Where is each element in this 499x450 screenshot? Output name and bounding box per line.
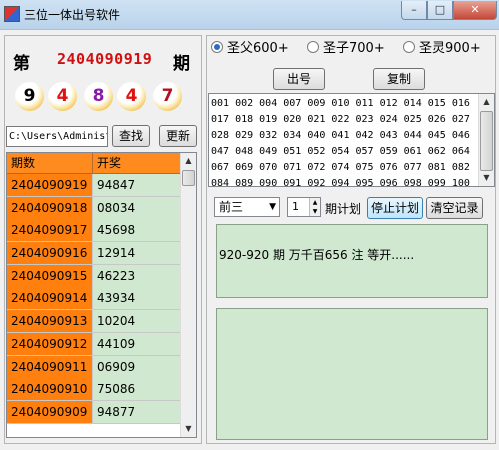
table-row[interactable]: 2404090917 45698 <box>7 219 182 243</box>
spinner-arrows-icon[interactable]: ▲ ▼ <box>309 198 320 216</box>
number-line: 017 018 019 020 021 022 023 024 025 026 … <box>211 114 470 125</box>
app-icon <box>4 6 20 22</box>
radio-son-label: 圣子700+ <box>323 41 385 56</box>
radio-unchecked-icon[interactable] <box>307 41 319 53</box>
number-list-text: 001 002 004 007 009 010 011 012 014 015 … <box>211 96 477 187</box>
radio-son[interactable]: 圣子700+ <box>307 41 385 57</box>
table-row[interactable]: 2404090912 44109 <box>7 332 182 356</box>
table-row[interactable]: 2404090910 75086 <box>7 378 182 401</box>
table-row[interactable]: 2404090914 43934 <box>7 287 182 311</box>
position-select[interactable]: 前三 ▼ <box>214 197 280 217</box>
issue-suffix-label: 期 <box>173 54 190 74</box>
radio-father-label: 圣父600+ <box>227 41 289 56</box>
radio-father[interactable]: 圣父600+ <box>211 41 289 57</box>
issue-cell: 2404090917 <box>7 219 93 242</box>
issue-cell: 2404090914 <box>7 287 93 310</box>
issue-cell: 2404090913 <box>7 310 93 333</box>
result-cell: 06909 <box>93 355 182 378</box>
app-window: 三位一体出号软件 – □ ✕ 第 2404090919 期 9 4 8 4 7 … <box>0 0 499 450</box>
issue-cell: 2404090919 <box>7 174 93 196</box>
number-line: 047 048 049 051 052 054 057 059 061 062 … <box>211 146 470 157</box>
table-scrollbar[interactable]: ▲ ▼ <box>180 153 196 437</box>
issue-cell: 2404090918 <box>7 196 93 219</box>
plan-status-text: 920-920 期 万千百656 注 等开...... <box>219 248 415 262</box>
issue-cell: 2404090909 <box>7 400 93 423</box>
number-line: 028 029 032 034 040 041 042 043 044 045 … <box>211 130 470 141</box>
number-list-scrollbar[interactable]: ▲ ▼ <box>478 94 494 186</box>
file-path-input[interactable]: C:\Users\Administ <box>6 126 108 147</box>
result-cell: 12914 <box>93 242 182 265</box>
number-list-box[interactable]: 001 002 004 007 009 010 011 012 014 015 … <box>208 93 495 187</box>
scroll-up-icon[interactable]: ▲ <box>181 153 196 169</box>
column-header-issue[interactable]: 期数 <box>7 153 93 174</box>
table-row[interactable]: 2404090913 10204 <box>7 310 182 333</box>
radio-unchecked-icon[interactable] <box>403 41 415 53</box>
result-cell: 94847 <box>93 174 182 196</box>
table-row[interactable]: 2404090919 94847 <box>7 174 182 197</box>
table-row[interactable]: 2404090916 12914 <box>7 242 182 265</box>
minimize-button[interactable]: – <box>401 1 427 20</box>
issue-cell: 2404090916 <box>7 242 93 265</box>
stop-plan-button[interactable]: 停止计划 <box>367 197 423 219</box>
number-line: 067 069 070 071 072 074 075 076 077 081 … <box>211 162 470 173</box>
result-cell: 43934 <box>93 287 182 310</box>
scroll-thumb[interactable] <box>182 170 195 186</box>
table-row[interactable]: 2404090911 06909 <box>7 355 182 379</box>
scroll-down-icon[interactable]: ▼ <box>479 170 494 186</box>
update-button[interactable]: 更新 <box>159 125 197 147</box>
issue-cell: 2404090911 <box>7 355 93 378</box>
plan-label: 期计划 <box>325 202 362 216</box>
result-cell: 75086 <box>93 378 182 401</box>
draw-numbers-button[interactable]: 出号 <box>273 68 325 90</box>
maximize-button[interactable]: □ <box>427 1 453 20</box>
plan-count-value: 1 <box>292 200 299 213</box>
radio-spirit-label: 圣灵900+ <box>419 41 481 56</box>
window-title: 三位一体出号软件 <box>24 8 121 22</box>
result-cell: 44109 <box>93 332 182 355</box>
clear-records-button[interactable]: 清空记录 <box>426 197 483 219</box>
issue-cell: 2404090915 <box>7 264 93 287</box>
copy-button[interactable]: 复制 <box>373 68 425 90</box>
result-ball-1: 9 <box>15 82 44 111</box>
history-table: 期数 开奖 2404090919 94847 2404090918 08034 2404… <box>6 152 197 438</box>
issue-cell: 2404090912 <box>7 332 93 355</box>
number-line: 001 002 004 007 009 010 011 012 014 015 … <box>211 98 470 109</box>
chevron-down-icon[interactable]: ▼ <box>269 198 276 216</box>
result-cell: 08034 <box>93 196 182 219</box>
log-panel <box>216 308 488 440</box>
radio-checked-icon[interactable] <box>211 41 223 53</box>
result-ball-2: 4 <box>48 82 77 111</box>
table-body: 2404090919 94847 2404090918 08034 2404090917… <box>7 174 182 424</box>
plan-count-spinner[interactable]: 1 ▲ ▼ <box>287 197 321 217</box>
current-issue-number: 2404090919 <box>57 50 153 68</box>
result-ball-3: 8 <box>84 82 113 111</box>
result-cell: 10204 <box>93 310 182 333</box>
result-ball-4: 4 <box>117 82 146 111</box>
column-header-result[interactable]: 开奖 <box>93 153 182 174</box>
scroll-up-icon[interactable]: ▲ <box>479 94 494 110</box>
table-row[interactable]: 2404090918 08034 <box>7 196 182 220</box>
close-button[interactable]: ✕ <box>453 1 497 20</box>
position-select-value: 前三 <box>219 200 244 214</box>
result-cell: 46223 <box>93 264 182 287</box>
scroll-down-icon[interactable]: ▼ <box>181 421 196 437</box>
result-ball-5: 7 <box>153 82 182 111</box>
number-line: 084 089 090 091 092 094 095 096 098 099 … <box>211 178 470 187</box>
issue-cell: 2404090910 <box>7 378 93 401</box>
title-bar[interactable]: 三位一体出号软件 – □ ✕ <box>0 0 499 30</box>
result-cell: 94877 <box>93 400 182 423</box>
issue-prefix-label: 第 <box>13 54 30 74</box>
result-cell: 45698 <box>93 219 182 242</box>
table-header: 期数 开奖 <box>7 153 182 174</box>
search-button[interactable]: 查找 <box>112 125 150 147</box>
radio-spirit[interactable]: 圣灵900+ <box>403 41 481 57</box>
scroll-thumb[interactable] <box>480 111 493 171</box>
table-row[interactable]: 2404090915 46223 <box>7 264 182 288</box>
table-row[interactable]: 2404090909 94877 <box>7 400 182 424</box>
